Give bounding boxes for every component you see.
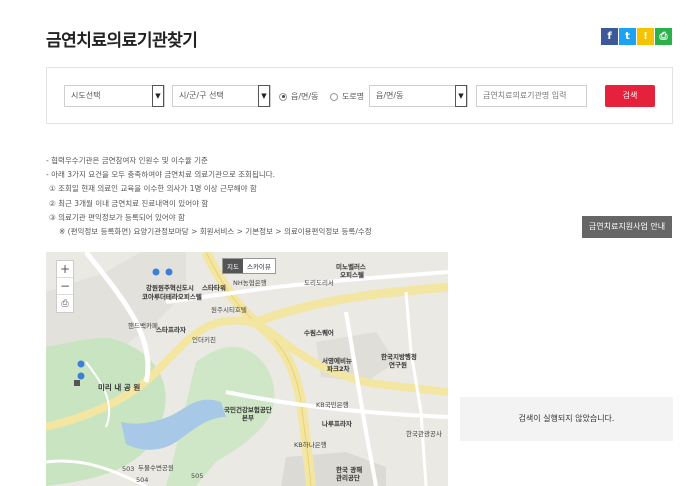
map-label: 504: [136, 476, 149, 484]
radio-dot-selected: [279, 92, 287, 101]
page-title: 금연치료의료기관찾기: [46, 31, 198, 51]
facebook-icon[interactable]: f: [601, 28, 618, 45]
map-label: 도리도리서: [304, 279, 334, 287]
share-bar: f t ! ⎙: [601, 28, 672, 45]
zoom-control: + − ⎙: [56, 260, 74, 313]
umd-select[interactable]: 읍/면/동 ▼: [369, 85, 468, 107]
sido-select-value: 시도선택: [71, 91, 101, 100]
map-label: 오피스텔: [340, 271, 364, 279]
map-label: 본부: [242, 414, 254, 422]
note-line: ① 조회일 현재 의료인 교육을 이수한 의사가 1명 이상 근무해야 함: [49, 184, 257, 194]
map-label: 인더키친: [192, 336, 216, 344]
sido-select[interactable]: 시도선택 ▼: [64, 85, 165, 107]
map-label: 스타프라자: [156, 326, 186, 334]
map-label: 505: [191, 472, 204, 480]
kakaostory-icon[interactable]: !: [637, 28, 654, 45]
map-type-map[interactable]: 지도: [223, 259, 243, 273]
chevron-down-icon: ▼: [258, 85, 270, 107]
map-canvas: [46, 252, 448, 486]
search-panel: 시도선택 ▼ 시/군/구 선택 ▼ 읍/면/동 도로명 읍/면/동 ▼ 금연치료…: [46, 67, 673, 124]
zoom-in-button[interactable]: +: [57, 261, 73, 278]
zoom-out-button[interactable]: −: [57, 278, 73, 295]
map-label: KB하나은행: [294, 441, 327, 449]
search-button[interactable]: 검색: [605, 85, 655, 107]
map-label: 두물수변공원: [138, 464, 174, 472]
sigungu-select-value: 시/군/구 선택: [179, 91, 224, 100]
umd-select-value: 읍/면/동: [376, 91, 404, 100]
map-label: 연구원: [389, 361, 407, 369]
note-line: - 아래 3가지 요건을 모두 충족하여야 금연치료 의료기관으로 조회됩니다.: [46, 170, 276, 180]
map-type-skyview[interactable]: 스카이뷰: [243, 259, 275, 273]
chevron-down-icon: ▼: [455, 85, 467, 107]
map-label: 스타타워: [202, 284, 226, 292]
map-label: 수림스퀘어: [304, 329, 334, 337]
map-label: KB국민은행: [316, 401, 349, 409]
note-line: ③ 의료기관 편익정보가 등록되어 있어야 함: [49, 212, 185, 222]
map-label: 파크2차: [327, 365, 350, 373]
radio-umd[interactable]: 읍/면/동: [279, 91, 318, 102]
institution-name-input[interactable]: 금연치료의료기관명 입력: [476, 85, 587, 107]
twitter-icon[interactable]: t: [619, 28, 636, 45]
radio-road[interactable]: 도로명: [330, 91, 364, 102]
chevron-down-icon: ▼: [152, 85, 164, 107]
map-view[interactable]: + − ⎙ 지도 스카이뷰 강원원주혁신도시 코아루더테라오피스텔 스타타워 N…: [46, 252, 448, 486]
note-line: ② 최근 3개월 이내 금연치료 진료내역이 있어야 함: [49, 198, 209, 208]
map-label: NH농협은행: [233, 279, 267, 287]
note-line: - 협력우수기관은 금연참여자 인원수 및 이수율 기준: [46, 156, 208, 165]
radio-road-label: 도로명: [342, 92, 365, 101]
notes: - 협력우수기관은 금연참여자 인원수 및 이수율 기준 - 아래 3가지 요건…: [46, 154, 372, 239]
map-label: 핸드백카페: [128, 322, 158, 330]
print-icon[interactable]: ⎙: [655, 28, 672, 45]
map-type-toggle: 지도 스카이뷰: [222, 258, 276, 274]
map-label: 관리공단: [336, 474, 360, 482]
search-result-message: 검색이 실행되지 않았습니다.: [460, 397, 673, 441]
map-label: 코아루더테라오피스텔: [142, 293, 202, 301]
institution-name-placeholder: 금연치료의료기관명 입력: [483, 91, 567, 100]
smoking-cessation-guide-button[interactable]: 금연치료지원사업 안내: [582, 216, 672, 238]
map-label: 한국관광공사: [406, 430, 442, 438]
print-map-icon[interactable]: ⎙: [57, 295, 73, 312]
map-label: 미리 내 공 원: [98, 383, 141, 392]
note-line: ※ (편익정보 등록화면) 요양기관정보마당 > 회원서비스 > 기본정보 > …: [59, 227, 372, 237]
map-label: 나루프라자: [322, 420, 352, 428]
sigungu-select[interactable]: 시/군/구 선택 ▼: [172, 85, 271, 107]
map-label: 503: [122, 465, 135, 473]
radio-umd-label: 읍/면/동: [291, 92, 319, 101]
map-label: 원주시티호텔: [211, 306, 247, 314]
radio-dot: [330, 92, 338, 101]
